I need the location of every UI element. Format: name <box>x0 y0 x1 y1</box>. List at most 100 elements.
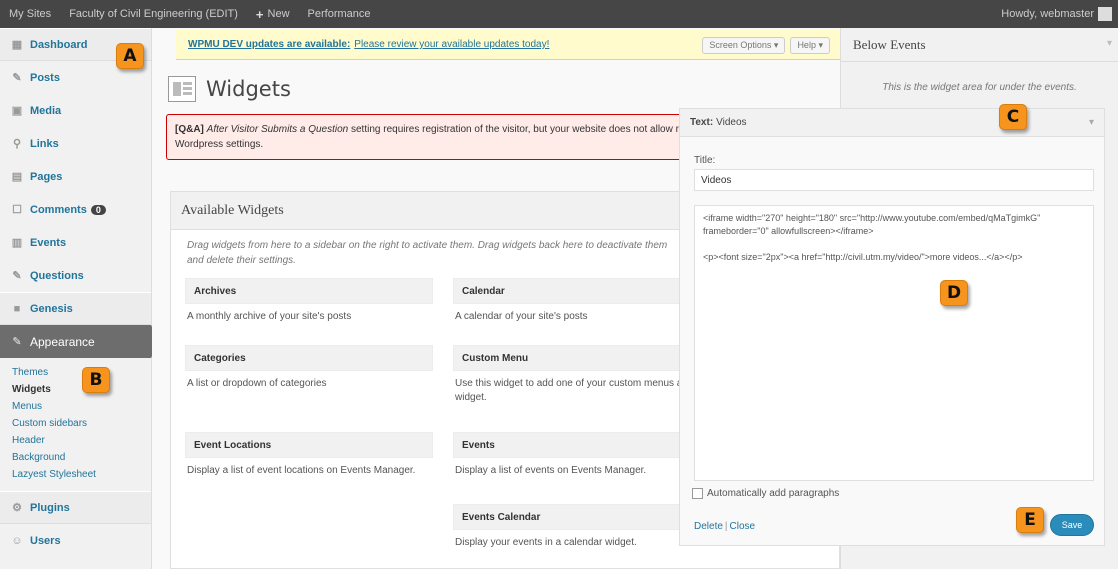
sidebar-item-label: Questions <box>30 269 84 282</box>
widget-title: Categories <box>185 345 433 371</box>
auto-paragraphs-label: Automatically add paragraphs <box>707 488 840 499</box>
users-icon: ☺ <box>11 534 23 547</box>
widget-title-input[interactable] <box>694 169 1094 191</box>
sidebar-item-genesis[interactable]: ■ Genesis <box>0 292 151 325</box>
text-widget-editor: Text: Videos ▾ Title: <iframe width="270… <box>679 108 1105 546</box>
chevron-down-icon: ▾ <box>773 40 779 50</box>
site-name-link[interactable]: Faculty of Civil Engineering (EDIT) <box>60 0 247 28</box>
my-sites-link[interactable]: My Sites <box>0 0 60 28</box>
save-button[interactable]: Save <box>1050 514 1094 536</box>
widget-description: Use this widget to add one of your custo… <box>455 378 696 403</box>
chevron-down-icon: ▾ <box>818 40 823 50</box>
below-events-heading[interactable]: Below Events <box>841 28 1118 62</box>
sidebar-item-appearance[interactable]: ✎ Appearance <box>0 325 160 358</box>
available-widgets-description: Drag widgets from here to a sidebar on t… <box>187 240 668 266</box>
callout-d: D <box>940 280 968 306</box>
submenu-lazyest-stylesheet[interactable]: Lazyest Stylesheet <box>12 466 151 483</box>
help-button[interactable]: Help ▾ <box>790 37 830 54</box>
pages-icon: ▤ <box>11 171 23 183</box>
title-label: Title: <box>694 155 716 166</box>
widget-name: Videos <box>716 117 747 128</box>
screen-options-button[interactable]: Screen Options ▾ <box>702 37 786 54</box>
sidebar-item-label: Genesis <box>30 302 73 315</box>
review-updates-link[interactable]: Please review your available updates tod… <box>354 39 549 50</box>
error-setting-name: After Visitor Submits a Question <box>206 124 349 135</box>
pin-icon: ✎ <box>12 72 22 84</box>
account-menu[interactable]: Howdy, webmaster <box>992 0 1118 28</box>
genesis-icon: ■ <box>13 302 21 315</box>
chevron-down-icon[interactable]: ▾ <box>1089 117 1094 128</box>
widget-archives[interactable]: Archives A monthly archive of your site'… <box>185 278 433 330</box>
performance-link[interactable]: Performance <box>299 0 380 28</box>
submenu-background[interactable]: Background <box>12 449 151 466</box>
widget-events[interactable]: Events Display a list of events on Event… <box>453 432 701 484</box>
widget-custom-menu[interactable]: Custom Menu Use this widget to add one o… <box>453 345 701 411</box>
sidebar-item-media[interactable]: ▣ Media <box>0 94 151 127</box>
auto-paragraphs-checkbox[interactable] <box>692 488 703 499</box>
sidebar-item-plugins[interactable]: ⚙ Plugins <box>0 491 151 524</box>
close-link[interactable]: Close <box>730 521 756 532</box>
callout-a: A <box>116 43 144 69</box>
widget-title: Calendar <box>453 278 701 304</box>
links-icon: ⚲ <box>12 138 22 150</box>
new-label: New <box>267 8 290 20</box>
sidebar-item-links[interactable]: ⚲ Links <box>0 127 151 160</box>
sidebar-item-comments[interactable]: ☐ Comments 0 <box>0 193 151 226</box>
sidebar-item-label: Plugins <box>30 501 70 514</box>
delete-link[interactable]: Delete <box>694 521 723 532</box>
auto-paragraphs-option[interactable]: Automatically add paragraphs <box>692 488 839 499</box>
widget-description: Display a list of event locations on Eve… <box>187 465 416 476</box>
widget-calendar[interactable]: Calendar A calendar of your site's posts <box>453 278 701 330</box>
widget-title: Events Calendar <box>453 504 701 530</box>
comments-icon: ☐ <box>12 204 22 216</box>
sidebar-item-label: Pages <box>30 170 63 183</box>
widget-description: Display a list of events on Events Manag… <box>455 465 647 476</box>
sidebar-item-users[interactable]: ☺ Users <box>0 524 151 557</box>
new-content-link[interactable]: + New <box>247 0 299 28</box>
widget-editor-header[interactable]: Text: Videos ▾ <box>680 109 1104 137</box>
sidebar-item-label: Users <box>30 534 61 547</box>
sidebar-item-events[interactable]: ▥ Events <box>0 226 151 259</box>
widget-content-textarea[interactable]: <iframe width="270" height="180" src="ht… <box>694 205 1094 481</box>
screen-options-label: Screen Options <box>709 40 772 50</box>
widget-description: Display your events in a calendar widget… <box>455 537 637 548</box>
widget-categories[interactable]: Categories A list or dropdown of categor… <box>185 345 433 397</box>
appearance-icon: ✎ <box>12 336 22 348</box>
callout-e: E <box>1016 507 1044 533</box>
appearance-submenu: Themes Widgets Menus Custom sidebars Hea… <box>0 358 151 491</box>
pin-icon: ✎ <box>12 270 22 282</box>
plugins-icon: ⚙ <box>12 502 22 514</box>
link-separator: | <box>724 521 728 532</box>
widget-control-links: Delete | Close <box>694 521 755 532</box>
widget-description: A monthly archive of your site's posts <box>187 311 352 322</box>
sidebar-item-label: Comments <box>30 203 87 216</box>
widget-type-label: Text: <box>690 117 714 128</box>
updates-available-link[interactable]: WPMU DEV updates are available: <box>188 39 350 50</box>
sidebar-item-label: Events <box>30 236 67 249</box>
widgets-icon <box>168 76 196 102</box>
widget-event-locations[interactable]: Event Locations Display a list of event … <box>185 432 433 484</box>
media-icon: ▣ <box>11 105 23 117</box>
sidebar-item-label: Dashboard <box>30 38 88 51</box>
admin-sidebar: ▦ Dashboard ✎ Posts ▣ Media ⚲ Links ▤ Pages ☐… <box>0 28 160 569</box>
comments-count-badge: 0 <box>90 204 106 215</box>
error-message-line2: Wordpress settings. <box>175 139 264 150</box>
submenu-header[interactable]: Header <box>12 432 151 449</box>
error-tag: [Q&A] <box>175 124 204 135</box>
admin-bar: My Sites Faculty of Civil Engineering (E… <box>0 0 1118 28</box>
page-title-text: Widgets <box>206 77 291 101</box>
update-notice: WPMU DEV updates are available: Please r… <box>176 30 840 60</box>
below-events-description: This is the widget area for under the ev… <box>882 82 1077 93</box>
sidebar-item-label: Posts <box>30 71 60 84</box>
dashboard-icon: ▦ <box>11 39 23 51</box>
help-label: Help <box>797 40 816 50</box>
widget-description: A list or dropdown of categories <box>187 378 327 389</box>
submenu-menus[interactable]: Menus <box>12 398 151 415</box>
sidebar-item-pages[interactable]: ▤ Pages <box>0 160 151 193</box>
events-icon: ▥ <box>11 237 23 249</box>
callout-c: C <box>999 104 1027 130</box>
widget-title: Archives <box>185 278 433 304</box>
sidebar-item-questions[interactable]: ✎ Questions <box>0 259 151 292</box>
submenu-custom-sidebars[interactable]: Custom sidebars <box>12 415 151 432</box>
widget-events-calendar[interactable]: Events Calendar Display your events in a… <box>453 504 701 556</box>
